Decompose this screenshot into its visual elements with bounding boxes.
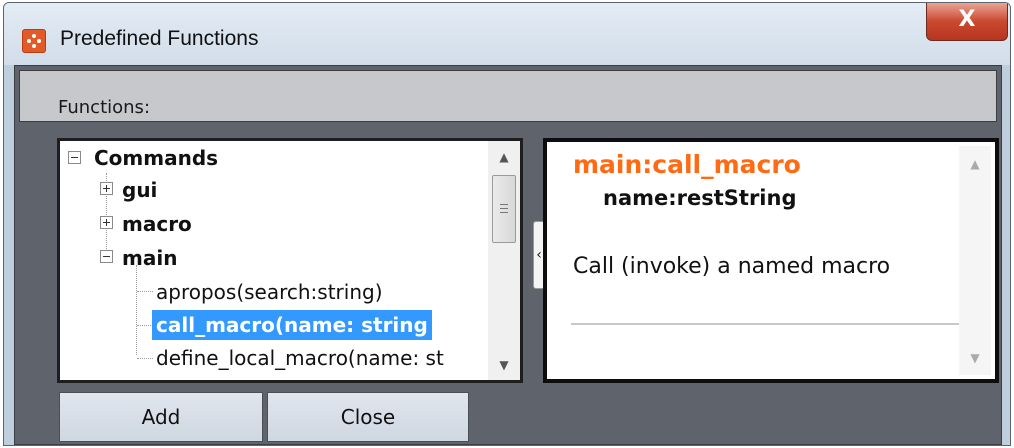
tree-node-gui[interactable]: gui (122, 175, 157, 205)
close-icon: X (958, 7, 976, 32)
tree-scrollbar[interactable]: ▲ ▼ (488, 141, 520, 380)
tree-item-apropos[interactable]: apropos(search:string) (156, 277, 383, 307)
functions-tree[interactable]: Commands gui macro main apropos(search:s… (57, 138, 523, 383)
scroll-up-icon[interactable]: ▲ (959, 152, 991, 176)
functions-header: Functions: (19, 70, 997, 122)
predefined-functions-window: Predefined Functions X Functions: Comman… (3, 2, 1011, 446)
expand-icon[interactable] (100, 216, 113, 229)
add-button[interactable]: Add (59, 392, 263, 442)
detail-content: main:call_macro name:restString Call (in… (551, 146, 963, 375)
collapse-icon[interactable] (68, 151, 81, 164)
tree-node-commands[interactable]: Commands (94, 143, 218, 173)
function-detail-pane: main:call_macro name:restString Call (in… (543, 138, 999, 383)
tree-item-call-macro[interactable]: call_macro(name: string (152, 310, 432, 340)
window-title: Predefined Functions (60, 27, 259, 50)
close-button[interactable]: Close (267, 392, 469, 442)
scroll-thumb[interactable] (492, 175, 516, 243)
detail-description: Call (invoke) a named macro (573, 254, 891, 279)
tree-content: Commands gui macro main apropos(search:s… (60, 141, 488, 380)
tree-item-define-local-macro[interactable]: define_local_macro(name: st (156, 343, 444, 373)
scroll-down-icon[interactable]: ▼ (488, 353, 520, 377)
dialog-body: Functions: Commands gui macro main aprop… (14, 65, 1002, 445)
tree-line (137, 291, 153, 292)
tree-line (137, 325, 153, 326)
chevron-left-icon: ‹ (536, 247, 542, 263)
detail-divider (571, 323, 963, 325)
title-bar[interactable]: Predefined Functions X (4, 3, 1010, 65)
tree-line (137, 358, 153, 359)
detail-scrollbar[interactable]: ▲ ▼ (959, 146, 991, 375)
collapse-icon[interactable] (100, 250, 113, 263)
detail-param: name:restString (603, 186, 797, 210)
app-icon (22, 29, 46, 53)
tree-node-macro[interactable]: macro (122, 209, 192, 239)
scroll-down-icon[interactable]: ▼ (959, 346, 991, 370)
tree-node-main[interactable]: main (122, 243, 177, 273)
scroll-up-icon[interactable]: ▲ (488, 145, 520, 169)
detail-title: main:call_macro (573, 150, 801, 179)
functions-label: Functions: (58, 97, 151, 118)
close-window-button[interactable]: X (926, 3, 1008, 41)
expand-icon[interactable] (100, 182, 113, 195)
tree-line (136, 265, 137, 355)
